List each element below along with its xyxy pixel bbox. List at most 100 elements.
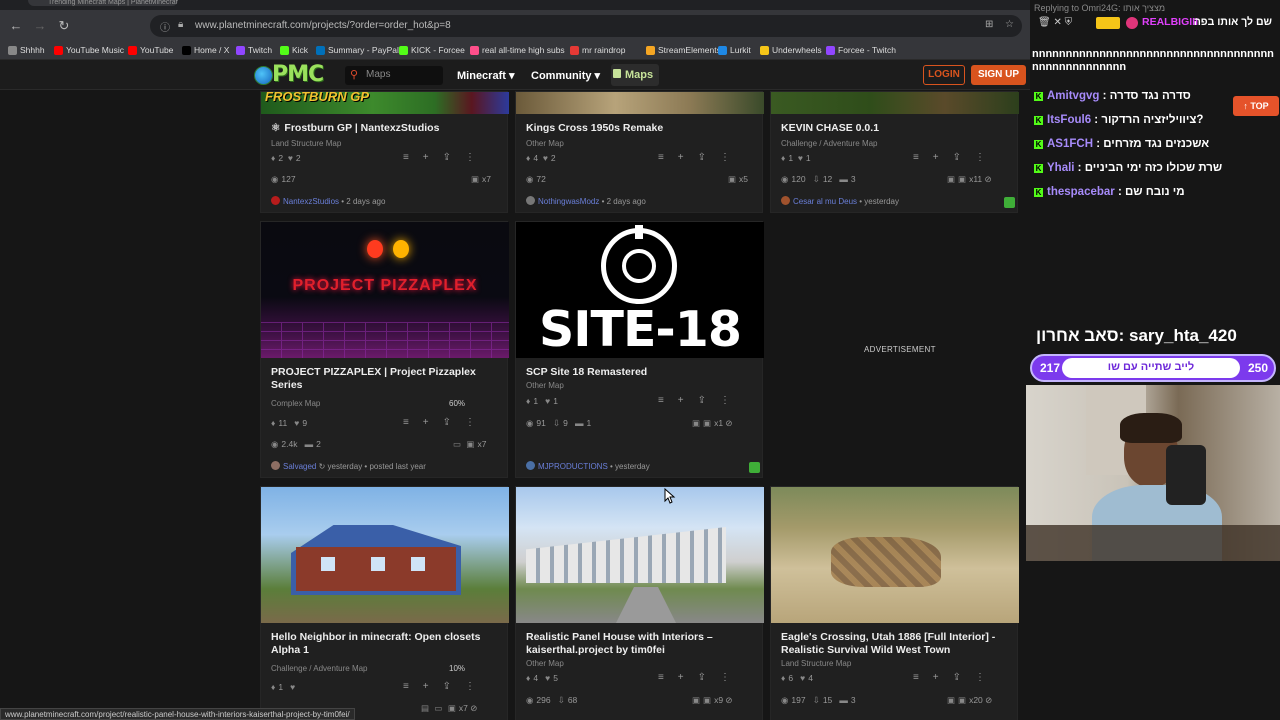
search-input[interactable]: ⚲ Maps xyxy=(345,66,443,85)
top-button[interactable]: ↑ TOP xyxy=(1233,96,1279,116)
author-row[interactable]: NantexzStudios • 2 days ago xyxy=(271,196,385,206)
map-category[interactable]: Challenge / Adventure Map xyxy=(781,139,878,148)
author-row[interactable]: Salvaged ↻ yesterday • posted last year xyxy=(271,461,426,471)
screen: Trending Minecraft Maps | PlanetMinecraf… xyxy=(0,0,1280,720)
bookmark-favicon-icon xyxy=(718,45,727,55)
card-actions[interactable]: ≡+⇪⋮ xyxy=(658,395,744,406)
map-thumbnail[interactable] xyxy=(261,487,509,623)
globe-icon xyxy=(254,66,273,85)
rating-row: ♦ 4 ♥ 5 xyxy=(526,673,558,683)
last-sub-text: סאב אחרון: sary_hta_420 xyxy=(1036,326,1237,345)
bookmark-favicon-icon xyxy=(570,45,579,55)
bookmark-item[interactable]: Summary - PayPal xyxy=(316,45,399,55)
scp-logo xyxy=(601,225,677,304)
bookmark-item[interactable]: Twitch xyxy=(236,45,272,55)
bookmark-item[interactable]: Lurkit xyxy=(718,45,751,55)
install-icon[interactable]: ⊞ xyxy=(985,19,993,30)
bookmark-item[interactable]: real all-time high subs xyxy=(470,45,565,55)
image-count: ▭ ▣ x7 xyxy=(453,439,487,449)
views-row: ◉ 296 ⇩ 68 xyxy=(526,695,578,705)
map-category[interactable]: Challenge / Adventure Map xyxy=(271,664,368,673)
image-count: ▣ x5 xyxy=(728,174,749,184)
info-icon[interactable]: ⓘ xyxy=(160,19,170,34)
bookmark-item[interactable]: Shhhh xyxy=(8,45,45,55)
link-status-bar: www.planetminecraft.com/project/realisti… xyxy=(0,708,355,720)
gift-badge-icon xyxy=(1126,17,1138,29)
map-thumbnail[interactable]: SITE-18 xyxy=(516,222,764,358)
goal-fill: לייב שתייה עם שו xyxy=(1062,358,1240,378)
kick-icon: K xyxy=(1034,188,1043,197)
author-row[interactable]: MJPRODUCTIONS • yesterday xyxy=(526,461,650,471)
nav-community[interactable]: Community ▾ xyxy=(531,69,600,82)
map-title[interactable]: SCP Site 18 Remastered xyxy=(526,366,754,379)
map-card[interactable]: Kings Cross 1950s Remake Other Map ♦ 4 ♥ 2… xyxy=(515,91,764,213)
author-row[interactable]: NothingwasModz • 2 days ago xyxy=(526,196,646,206)
map-category[interactable]: Complex Map xyxy=(271,399,320,408)
map-card[interactable]: Realistic Panel House with Interiors – k… xyxy=(515,486,764,720)
bookmark-item[interactable]: StreamElements - xyxy=(646,45,726,55)
progress-percent: 10% xyxy=(449,664,466,673)
card-actions[interactable]: ≡+⇪⋮ xyxy=(913,152,999,163)
card-actions[interactable]: ≡+⇪⋮ xyxy=(658,672,744,683)
bookmark-item[interactable]: Home / X xyxy=(182,45,229,55)
reload-icon[interactable]: ↻ xyxy=(56,18,72,34)
image-count: ▤ ▭ ▣ x7 ⊘ xyxy=(421,703,478,713)
card-actions[interactable]: ≡+⇪⋮ xyxy=(403,152,489,163)
author-row[interactable]: Cesar al mu Deus • yesterday xyxy=(781,196,899,206)
bookmark-item[interactable]: YouTube xyxy=(128,45,173,55)
map-title[interactable]: Kings Cross 1950s Remake xyxy=(526,122,754,135)
map-title[interactable]: KEVIN CHASE 0.0.1 xyxy=(781,122,1009,135)
map-card[interactable]: Hello Neighbor in minecraft: Open closet… xyxy=(260,486,509,720)
card-actions[interactable]: ≡+⇪⋮ xyxy=(403,681,489,692)
map-card[interactable]: Eagle's Crossing, Utah 1886 [Full Interi… xyxy=(770,486,1019,720)
verified-badge xyxy=(749,462,760,473)
site-header: PMC ⚲ Maps Minecraft ▾ Community ▾ Maps … xyxy=(0,60,1030,90)
bookmark-item[interactable]: Underwheels xyxy=(760,45,822,55)
bookmark-favicon-icon xyxy=(280,45,289,55)
map-category[interactable]: Land Structure Map xyxy=(781,659,851,668)
map-card[interactable]: FROSTBURN GP ⚛ Frostburn GP | NantexzStud… xyxy=(260,91,509,213)
map-title[interactable]: Realistic Panel House with Interiors – k… xyxy=(526,631,754,657)
bookmark-item[interactable]: YouTube Music xyxy=(54,45,124,55)
card-actions[interactable]: ≡+⇪⋮ xyxy=(403,417,489,428)
map-thumbnail[interactable] xyxy=(516,92,764,114)
map-thumbnail[interactable] xyxy=(771,487,1019,623)
map-category[interactable]: Other Map xyxy=(526,139,564,148)
bookmark-item[interactable]: mr raindrop xyxy=(570,45,625,55)
map-title[interactable]: Eagle's Crossing, Utah 1886 [Full Interi… xyxy=(781,631,1009,657)
card-actions[interactable]: ≡+⇪⋮ xyxy=(658,152,744,163)
map-thumbnail[interactable]: FROSTBURN GP xyxy=(261,92,509,114)
bookmark-star-icon[interactable]: ☆ xyxy=(1005,19,1014,30)
pmc-logo[interactable]: PMC xyxy=(254,62,334,87)
map-card[interactable]: SITE-18 SCP Site 18 Remastered Other Map… xyxy=(515,221,764,478)
map-card[interactable]: PROJECT PIZZAPLEX PROJECT PIZZAPLEX | Pr… xyxy=(260,221,509,478)
map-thumbnail[interactable] xyxy=(516,487,764,623)
map-category[interactable]: Other Map xyxy=(526,381,564,390)
map-thumbnail[interactable]: PROJECT PIZZAPLEX xyxy=(261,222,509,358)
nav-minecraft[interactable]: Minecraft ▾ xyxy=(457,69,514,82)
map-title[interactable]: Hello Neighbor in minecraft: Open closet… xyxy=(271,631,499,657)
bookmark-item[interactable]: Kick xyxy=(280,45,308,55)
bookmark-item[interactable]: Forcee - Twitch xyxy=(826,45,896,55)
address-bar[interactable]: ⓘ 🔒︎ www.planetminecraft.com/projects/?o… xyxy=(150,15,1022,37)
map-title[interactable]: ⚛ Frostburn GP | NantexzStudios xyxy=(271,122,499,135)
sub-badge-icon xyxy=(1096,17,1120,29)
bookmark-favicon-icon xyxy=(182,45,191,55)
login-button[interactable]: LOGIN xyxy=(923,65,965,85)
bookmark-item[interactable]: KICK - Forcee xyxy=(399,45,465,55)
map-category[interactable]: Other Map xyxy=(526,659,564,668)
map-thumbnail[interactable] xyxy=(771,92,1019,114)
signup-button[interactable]: SIGN UP xyxy=(971,65,1026,85)
map-category[interactable]: Land Structure Map xyxy=(271,139,341,148)
browser-tab[interactable]: Trending Minecraft Maps | PlanetMinecraf… xyxy=(28,0,178,6)
back-icon[interactable]: ← xyxy=(8,18,24,34)
chat-message: Kthespacebar : מי נובח שם xyxy=(1034,186,1185,198)
map-title[interactable]: PROJECT PIZZAPLEX | Project Pizzaplex Se… xyxy=(271,366,499,392)
card-actions[interactable]: ≡+⇪⋮ xyxy=(913,672,999,683)
forward-icon[interactable]: → xyxy=(32,18,48,34)
rating-row: ♦ 6 ♥ 4 xyxy=(781,673,813,683)
url-text[interactable]: www.planetminecraft.com/projects/?order=… xyxy=(195,20,451,31)
bookmark-favicon-icon xyxy=(54,45,63,55)
nav-maps[interactable]: Maps xyxy=(611,64,659,86)
map-card[interactable]: KEVIN CHASE 0.0.1 Challenge / Adventure … xyxy=(770,91,1019,213)
